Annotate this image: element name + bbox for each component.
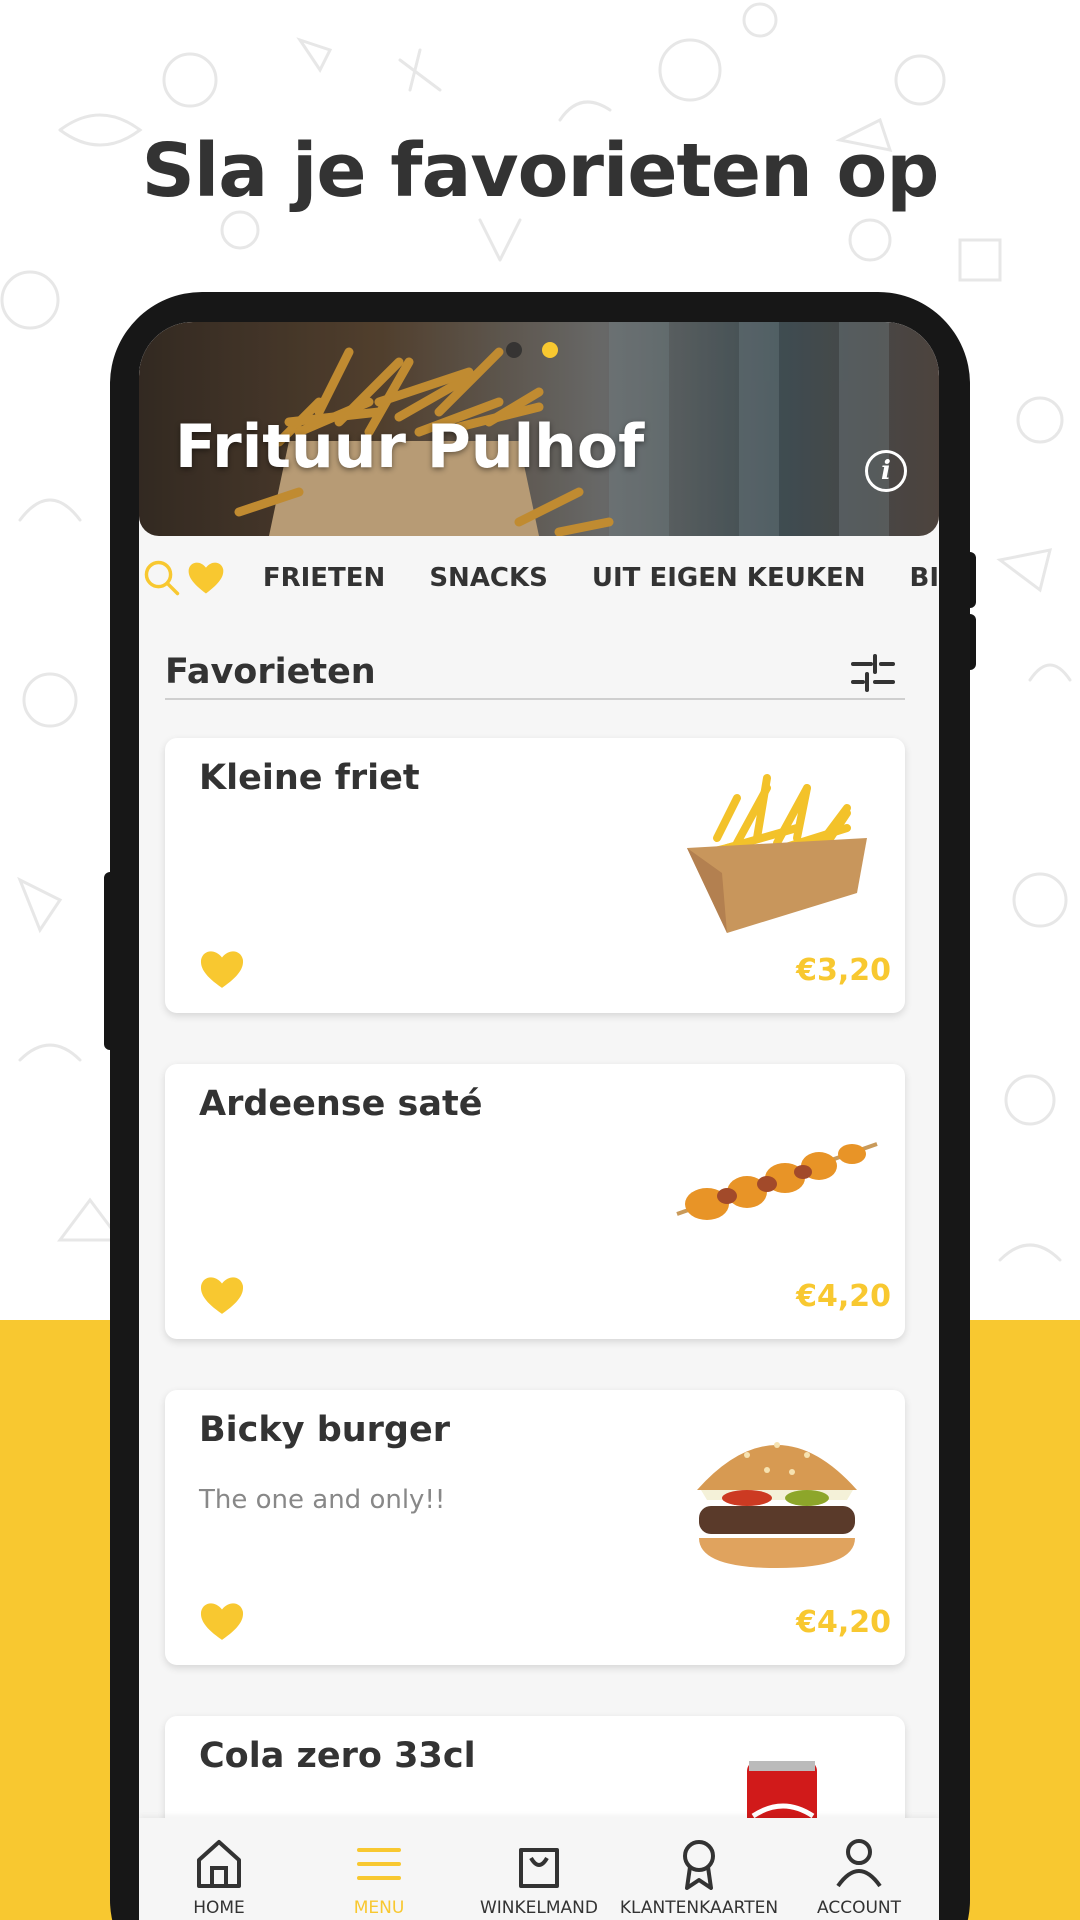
item-price: €4,20 xyxy=(796,1605,891,1640)
menu-item-card[interactable]: Bicky burger The one and only!! €4,20 xyxy=(165,1390,905,1665)
nav-label: KLANTENKAARTEN xyxy=(619,1898,779,1918)
promo-headline: Sla je favorieten op xyxy=(141,128,940,214)
item-name: Cola zero 33cl xyxy=(199,1736,476,1776)
menu-item-card[interactable]: Kleine friet €3,20 xyxy=(165,738,905,1013)
nav-label: WINKELMAND xyxy=(479,1898,598,1918)
section-header: Favorieten xyxy=(165,652,905,700)
item-name: Kleine friet xyxy=(199,758,420,798)
item-description: The one and only!! xyxy=(199,1485,446,1515)
nav-home[interactable]: HOME xyxy=(139,1818,299,1920)
sliders-icon[interactable] xyxy=(851,652,895,692)
item-name: Ardeense saté xyxy=(199,1084,483,1124)
nav-menu[interactable]: MENU xyxy=(299,1818,459,1920)
skewer-image xyxy=(676,1142,878,1220)
favorite-heart-icon[interactable] xyxy=(199,1600,245,1642)
home-icon xyxy=(197,1840,241,1888)
menu-icon xyxy=(357,1848,401,1880)
bottom-navigation: HOME MENU WINKELMAND KLANTENKAARTEN ACCO… xyxy=(139,1818,939,1920)
item-price: €3,20 xyxy=(796,953,891,988)
category-tab-snacks[interactable]: SNACKS xyxy=(429,563,548,593)
restaurant-hero-banner[interactable]: Frituur Pulhof i xyxy=(139,322,939,536)
carousel-dot-2[interactable] xyxy=(542,342,558,358)
nav-label: MENU xyxy=(353,1898,405,1918)
nav-winkelmand[interactable]: WINKELMAND xyxy=(459,1818,619,1920)
carousel-dot-1[interactable] xyxy=(506,342,522,358)
category-tab-bi[interactable]: BI xyxy=(910,563,940,593)
user-icon xyxy=(836,1839,882,1888)
shopping-bag-icon xyxy=(519,1848,559,1888)
search-icon[interactable] xyxy=(143,556,181,600)
category-bar: FRIETEN SNACKS UIT EIGEN KEUKEN BI xyxy=(139,536,939,620)
fries-box-image xyxy=(687,774,867,933)
award-icon xyxy=(683,1840,715,1890)
category-tab-uit-eigen-keuken[interactable]: UIT EIGEN KEUKEN xyxy=(592,563,866,593)
heart-icon[interactable] xyxy=(187,556,225,600)
favorite-heart-icon[interactable] xyxy=(199,948,245,990)
nav-account[interactable]: ACCOUNT xyxy=(779,1818,939,1920)
item-name: Bicky burger xyxy=(199,1410,450,1450)
carousel-indicator[interactable] xyxy=(506,342,558,358)
nav-label: HOME xyxy=(193,1898,245,1918)
info-icon[interactable]: i xyxy=(865,450,907,492)
nav-label: ACCOUNT xyxy=(817,1898,901,1918)
section-title: Favorieten xyxy=(165,652,376,692)
favorite-heart-icon[interactable] xyxy=(199,1274,245,1316)
category-tab-frieten[interactable]: FRIETEN xyxy=(263,563,385,593)
burger-image xyxy=(697,1442,857,1568)
item-price: €4,20 xyxy=(796,1279,891,1314)
restaurant-name: Frituur Pulhof xyxy=(175,412,645,482)
nav-klantenkaarten[interactable]: KLANTENKAARTEN xyxy=(619,1818,779,1920)
menu-item-card[interactable]: Ardeense saté €4,20 xyxy=(165,1064,905,1339)
app-screen: Frituur Pulhof i FRIETEN SNACKS UIT EIGE… xyxy=(139,322,939,1920)
